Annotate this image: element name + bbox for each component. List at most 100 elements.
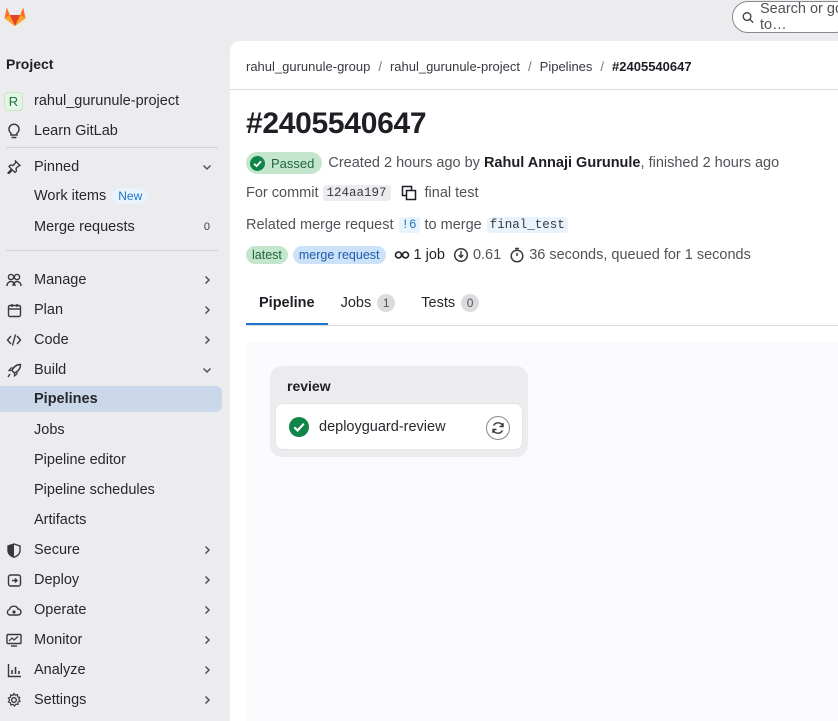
mr-link[interactable]: !6 bbox=[398, 217, 420, 233]
chevron-right-icon bbox=[202, 545, 212, 555]
breadcrumb-current[interactable]: #2405540647 bbox=[612, 59, 692, 74]
breadcrumb-project[interactable]: rahul_gurunule-project bbox=[390, 59, 520, 74]
author-link[interactable]: Rahul Annaji Gurunule bbox=[484, 155, 641, 171]
sidebar-section-build[interactable]: Build bbox=[0, 357, 222, 383]
pipeline-meta-row: latest merge request 1 job 0.61 36 secon… bbox=[246, 246, 751, 264]
search-placeholder: Search or go to… bbox=[760, 1, 838, 33]
compute-cost: 0.61 bbox=[472, 247, 502, 263]
tab-label: Jobs bbox=[340, 295, 372, 311]
sidebar-item-label: Plan bbox=[34, 302, 64, 318]
sidebar-section-settings[interactable]: Settings bbox=[0, 687, 222, 713]
sidebar-item-label: Analyze bbox=[34, 662, 86, 678]
chevron-right-icon bbox=[202, 275, 212, 285]
chart-icon bbox=[6, 662, 22, 678]
sidebar-item-label: Build bbox=[34, 362, 67, 378]
tab-label: Pipeline bbox=[259, 295, 315, 311]
sidebar-item-label: Operate bbox=[34, 602, 87, 618]
sidebar-item-label: Jobs bbox=[34, 422, 65, 438]
new-badge: New bbox=[112, 188, 149, 204]
lightbulb-icon bbox=[6, 123, 22, 139]
breadcrumb-group[interactable]: rahul_gurunule-group bbox=[246, 59, 370, 74]
chevron-down-icon bbox=[202, 365, 212, 375]
retry-button[interactable] bbox=[486, 416, 510, 440]
sidebar-item-learn-gitlab[interactable]: Learn GitLab bbox=[0, 118, 222, 144]
sidebar-section-monitor[interactable]: Monitor bbox=[0, 627, 222, 653]
sidebar: Project R rahul_gurunule-project Learn G… bbox=[0, 0, 230, 721]
tab-jobs[interactable]: Jobs 1 bbox=[328, 281, 409, 325]
sidebar-section-code[interactable]: Code bbox=[0, 327, 222, 353]
tab-tests[interactable]: Tests 0 bbox=[408, 281, 492, 325]
sidebar-item-label: Pipelines bbox=[34, 391, 98, 407]
sidebar-item-label: Monitor bbox=[34, 632, 83, 648]
monitor-icon bbox=[6, 632, 22, 648]
pipeline-status-row: Passed Created 2 hours ago by Rahul Anna… bbox=[246, 152, 779, 174]
sidebar-item-work-items[interactable]: Work items New bbox=[0, 183, 222, 209]
chevron-right-icon bbox=[202, 695, 212, 705]
retry-icon bbox=[492, 422, 504, 434]
search-icon bbox=[742, 11, 754, 23]
sidebar-heading: Project bbox=[6, 56, 54, 72]
sidebar-section-analyze[interactable]: Analyze bbox=[0, 657, 222, 683]
sidebar-item-label: Code bbox=[34, 332, 69, 348]
copy-icon[interactable] bbox=[401, 185, 417, 201]
header-divider bbox=[230, 89, 838, 90]
sidebar-section-plan[interactable]: Plan bbox=[0, 297, 222, 323]
tag-merge-request: merge request bbox=[292, 246, 386, 264]
sidebar-item-label: Pipeline editor bbox=[34, 452, 126, 468]
tab-pipeline[interactable]: Pipeline bbox=[246, 281, 328, 325]
chevron-down-icon bbox=[202, 162, 212, 172]
timer-icon bbox=[510, 247, 524, 263]
tag-latest: latest bbox=[246, 246, 288, 264]
sidebar-item-jobs[interactable]: Jobs bbox=[0, 417, 222, 443]
commit-sha[interactable]: 124aa197 bbox=[322, 185, 391, 201]
sidebar-item-label: Artifacts bbox=[34, 512, 87, 528]
mr-branch[interactable]: final_test bbox=[486, 217, 568, 233]
finished-text: , finished 2 hours ago bbox=[640, 155, 780, 171]
main-content: rahul_gurunule-group / rahul_gurunule-proj… bbox=[230, 41, 838, 721]
sidebar-item-label: Deploy bbox=[34, 572, 80, 588]
chevron-right-icon bbox=[202, 665, 212, 675]
stage-column: review deployguard-review bbox=[270, 366, 528, 457]
sidebar-item-label: Settings bbox=[34, 692, 87, 708]
thumbtack-icon bbox=[6, 159, 22, 175]
search-input[interactable]: Search or go to… bbox=[732, 1, 838, 33]
sidebar-section-secure[interactable]: Secure bbox=[0, 537, 222, 563]
breadcrumb-pipelines[interactable]: Pipelines bbox=[540, 59, 593, 74]
sidebar-item-label: Manage bbox=[34, 272, 87, 288]
sidebar-section-deploy[interactable]: Deploy bbox=[0, 567, 222, 593]
chevron-right-icon bbox=[202, 575, 212, 585]
sidebar-project-link[interactable]: R rahul_gurunule-project bbox=[0, 88, 222, 114]
sidebar-item-artifacts[interactable]: Artifacts bbox=[0, 507, 222, 533]
commit-label: For commit bbox=[246, 185, 319, 201]
mr-to-text: to merge bbox=[424, 217, 482, 233]
rocket-icon bbox=[6, 362, 22, 378]
compute-icon bbox=[453, 247, 469, 263]
check-circle-icon bbox=[250, 155, 265, 171]
gitlab-logo-icon[interactable] bbox=[3, 5, 27, 27]
sidebar-section-operate[interactable]: Operate bbox=[0, 597, 222, 623]
pipeline-graph: review deployguard-review bbox=[246, 342, 838, 721]
stage-name: review bbox=[287, 378, 331, 394]
job-item[interactable]: deployguard-review bbox=[275, 403, 523, 450]
jobs-count: 1 job bbox=[413, 247, 445, 263]
commit-message[interactable]: final test bbox=[425, 185, 479, 201]
shield-icon bbox=[6, 542, 22, 558]
tab-count: 1 bbox=[377, 294, 396, 312]
deploy-icon bbox=[6, 572, 22, 588]
sidebar-section-manage[interactable]: Manage bbox=[0, 267, 222, 293]
sidebar-item-pipeline-editor[interactable]: Pipeline editor bbox=[0, 447, 222, 473]
sidebar-section-pinned[interactable]: Pinned bbox=[0, 154, 222, 180]
sidebar-item-pipelines[interactable]: Pipelines bbox=[0, 386, 222, 412]
merge-requests-count: 0 bbox=[203, 221, 210, 233]
sidebar-item-merge-requests[interactable]: Merge requests 0 bbox=[0, 214, 222, 240]
pipeline-jobs-icon bbox=[394, 251, 409, 259]
breadcrumb: rahul_gurunule-group / rahul_gurunule-proj… bbox=[246, 59, 692, 74]
sidebar-project-name: rahul_gurunule-project bbox=[34, 93, 180, 109]
gear-icon bbox=[6, 692, 22, 708]
sidebar-item-pipeline-schedules[interactable]: Pipeline schedules bbox=[0, 477, 222, 503]
code-icon bbox=[6, 332, 22, 348]
sidebar-item-label: Secure bbox=[34, 542, 80, 558]
status-badge[interactable]: Passed bbox=[246, 152, 323, 174]
merge-request-row: Related merge request !6 to merge final_… bbox=[246, 217, 568, 233]
tab-label: Tests bbox=[421, 295, 456, 311]
